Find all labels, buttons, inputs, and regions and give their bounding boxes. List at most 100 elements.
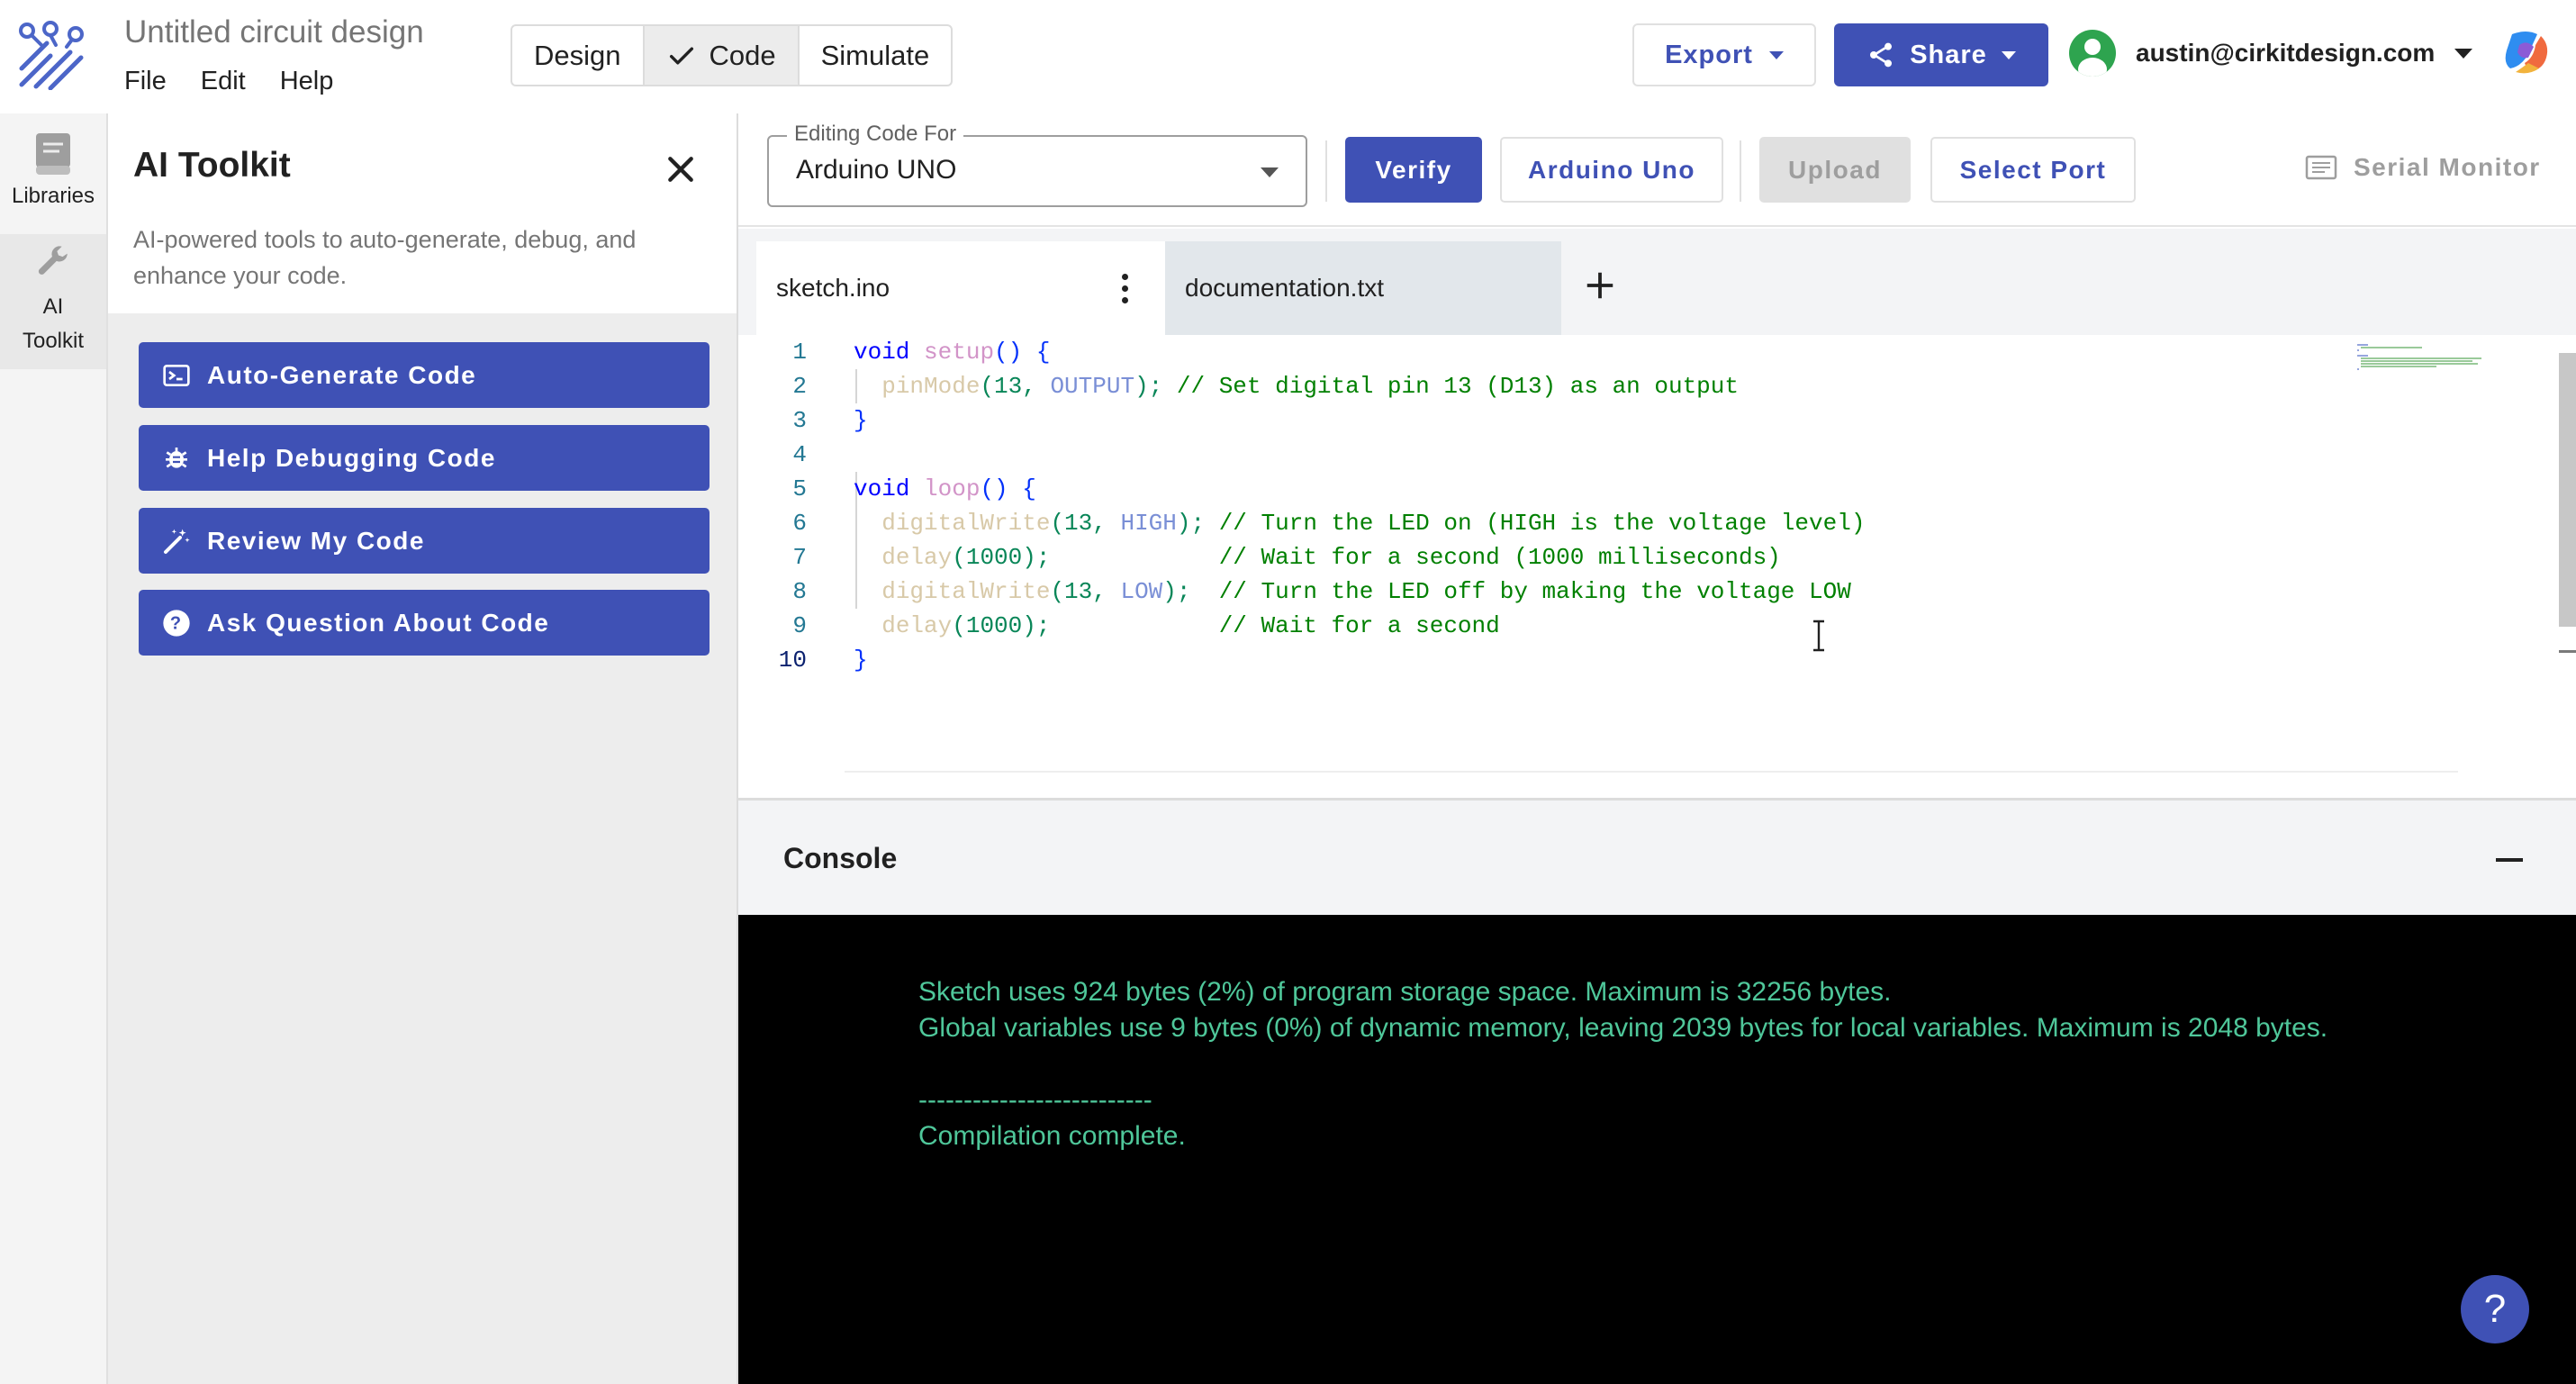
rail-item-label: Libraries [11,184,95,208]
left-rail: Libraries AI Toolkit [0,113,108,1384]
toolkit-title: AI Toolkit [133,146,291,185]
tab-sketch-ino[interactable]: sketch.ino [756,241,1165,335]
book-icon [36,133,70,175]
mode-code-label: Code [709,39,776,71]
minimize-icon[interactable] [2496,858,2523,862]
help-circle-icon: ? [163,609,190,637]
share-button[interactable]: Share [1834,23,2048,86]
code-token: LOW [1120,578,1163,605]
code-line[interactable]: 7 delay(1000); // Wait for a second (100… [738,540,2539,574]
code-token: () { [994,339,1051,366]
code-token: // Set digital pin 13 (D13) as an output [1176,373,1739,400]
help-debugging-code-button[interactable]: Help Debugging Code [139,425,710,491]
code-token: void [854,475,910,502]
code-token: void [854,339,910,366]
tab-label: documentation.txt [1185,274,1385,302]
code-text: digitalWrite(13, LOW); // Turn the LED o… [854,574,1851,609]
toolkit-description: AI-powered tools to auto-generate, debug… [133,226,637,289]
mode-simulate-button[interactable]: Simulate [800,26,952,85]
code-line[interactable]: 5 void loop() { [738,472,2539,506]
mode-design-label: Design [534,39,621,71]
user-email: austin@cirkitdesign.com [2136,39,2436,67]
auto-generate-code-button[interactable]: Auto-Generate Code [139,342,710,408]
code-text: } [854,643,868,677]
svg-text:?: ? [170,613,183,633]
code-token: loop [924,475,981,502]
select-port-button[interactable]: Select Port [1930,137,2136,203]
line-number: 6 [792,510,807,537]
monitor-icon [2305,155,2337,180]
copilot-icon[interactable] [2501,27,2552,77]
chevron-down-icon [2001,50,2016,59]
tab-documentation-txt[interactable]: documentation.txt [1165,241,1561,335]
help-debugging-code-label: Help Debugging Code [207,443,496,472]
serial-monitor-label: Serial Monitor [2354,153,2541,181]
code-line[interactable]: 6 digitalWrite(13, HIGH); // Turn the LE… [738,506,2539,540]
upload-label: Upload [1788,155,1882,184]
board-select-value: Arduino UNO [796,155,957,185]
terminal-icon [163,364,190,386]
mode-design-button[interactable]: Design [512,26,645,85]
line-number: 9 [792,612,807,639]
code-text: delay(1000); // Wait for a second (1000 … [854,540,1781,574]
console-title: Console [783,842,898,874]
rail-item-libraries[interactable]: Libraries [0,126,106,225]
code-text: digitalWrite(13, HIGH); // Turn the LED … [854,506,1865,540]
console-header: Console [738,798,2576,915]
code-token: (13, [1050,578,1121,605]
wrench-icon [38,246,68,275]
menu-help[interactable]: Help [280,67,334,96]
line-number: 8 [792,578,807,605]
more-vertical-icon[interactable] [1122,274,1129,309]
editor-area: Editing Code For Arduino UNO Verify Ardu… [738,113,2576,1384]
code-line[interactable]: 8 digitalWrite(13, LOW); // Turn the LED… [738,574,2539,609]
code-token: ); [1162,578,1219,605]
close-icon[interactable] [663,151,699,187]
verify-button[interactable]: Verify [1345,137,1482,203]
line-number: 1 [792,339,807,366]
help-button[interactable]: ? [2461,1275,2529,1343]
tab-label: sketch.ino [776,274,890,302]
code-minimap[interactable] [2355,342,2490,378]
code-line[interactable]: 1 void setup() { [738,335,2539,369]
board-select[interactable]: Editing Code For Arduino UNO [767,122,1307,207]
select-port-label: Select Port [1959,155,2107,184]
code-token: ); [1176,510,1219,537]
chevron-down-icon [1261,167,1279,177]
board-button[interactable]: Arduino Uno [1500,137,1723,203]
code-token: delay [881,612,953,639]
upload-button[interactable]: Upload [1759,137,1911,203]
line-number: 3 [792,407,807,434]
app-logo-icon[interactable] [16,20,86,90]
code-line[interactable]: 10} [738,643,2539,677]
menu-edit[interactable]: Edit [201,67,246,96]
code-token: setup [924,339,995,366]
code-editor[interactable]: 1 void setup() { 2 pinMode(13, OUTPUT); //… [738,335,2576,805]
code-token: // Wait for a second [1218,612,1500,639]
code-line[interactable]: 9 delay(1000); // Wait for a second [738,609,2539,643]
user-menu[interactable]: austin@cirkitdesign.com [2069,30,2473,77]
bug-icon [166,447,187,468]
ask-question-about-code-button[interactable]: ? Ask Question About Code [139,590,710,656]
document-title[interactable]: Untitled circuit design [124,14,424,50]
code-line[interactable]: 3} [738,403,2539,438]
editor-scrollbar[interactable] [2559,353,2576,627]
mode-code-button[interactable]: Code [644,26,800,85]
plus-icon[interactable] [1583,268,1617,303]
rail-item-ai-toolkit[interactable]: AI Toolkit [0,234,106,369]
line-number: 4 [792,441,807,468]
menu-file[interactable]: File [124,67,167,96]
line-number: 10 [778,647,807,674]
code-line[interactable]: 4 [738,438,2539,472]
serial-monitor-button[interactable]: Serial Monitor [2305,153,2541,182]
review-my-code-button[interactable]: Review My Code [139,508,710,574]
export-button[interactable]: Export [1632,23,1816,86]
code-line[interactable]: 2 pinMode(13, OUTPUT); // Set digital pi… [738,369,2539,403]
code-token: // Wait for a second (1000 milliseconds) [1218,544,1781,571]
code-token: // Turn the LED off by making the voltag… [1218,578,1851,605]
